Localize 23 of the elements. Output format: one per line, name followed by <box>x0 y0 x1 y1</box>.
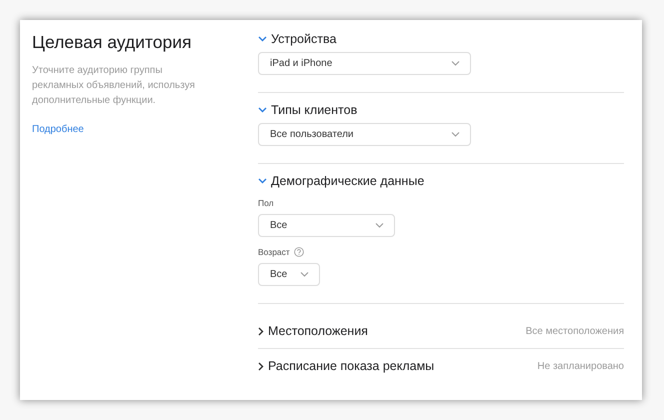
learn-more-link[interactable]: Подробнее <box>32 124 84 135</box>
section-summary: Все местоположения <box>526 326 624 336</box>
dropdown[interactable]: Все пользователи <box>258 123 471 146</box>
dropdown[interactable]: Все <box>258 263 320 286</box>
dropdown[interactable]: iPad и iPhone <box>258 52 471 75</box>
section-title: Целевая аудитория <box>32 32 192 53</box>
section-header[interactable]: Местоположения <box>268 324 368 338</box>
dropdown-chevron-icon <box>451 132 460 137</box>
description-text: Уточните аудиторию группы рекламных объявлений, используя дополнительные функции. <box>32 64 196 108</box>
field-label: Пол <box>258 198 274 208</box>
help-icon[interactable] <box>294 247 304 257</box>
section-header[interactable]: Устройства <box>271 32 336 46</box>
section-header[interactable]: Демографические данные <box>271 174 424 188</box>
dropdown[interactable]: Все <box>258 214 395 237</box>
chevron-icon[interactable] <box>258 362 264 370</box>
dropdown-chevron-icon <box>451 61 460 66</box>
dropdown-chevron-icon <box>375 223 384 228</box>
section-header[interactable]: Расписание показа рекламы <box>268 359 434 373</box>
field-label: Возраст <box>258 247 290 257</box>
dropdown-chevron-icon <box>300 272 309 277</box>
chevron-icon[interactable] <box>258 326 264 336</box>
section-header[interactable]: Типы клиентов <box>271 103 358 117</box>
section-summary: Не запланировано <box>537 360 624 372</box>
